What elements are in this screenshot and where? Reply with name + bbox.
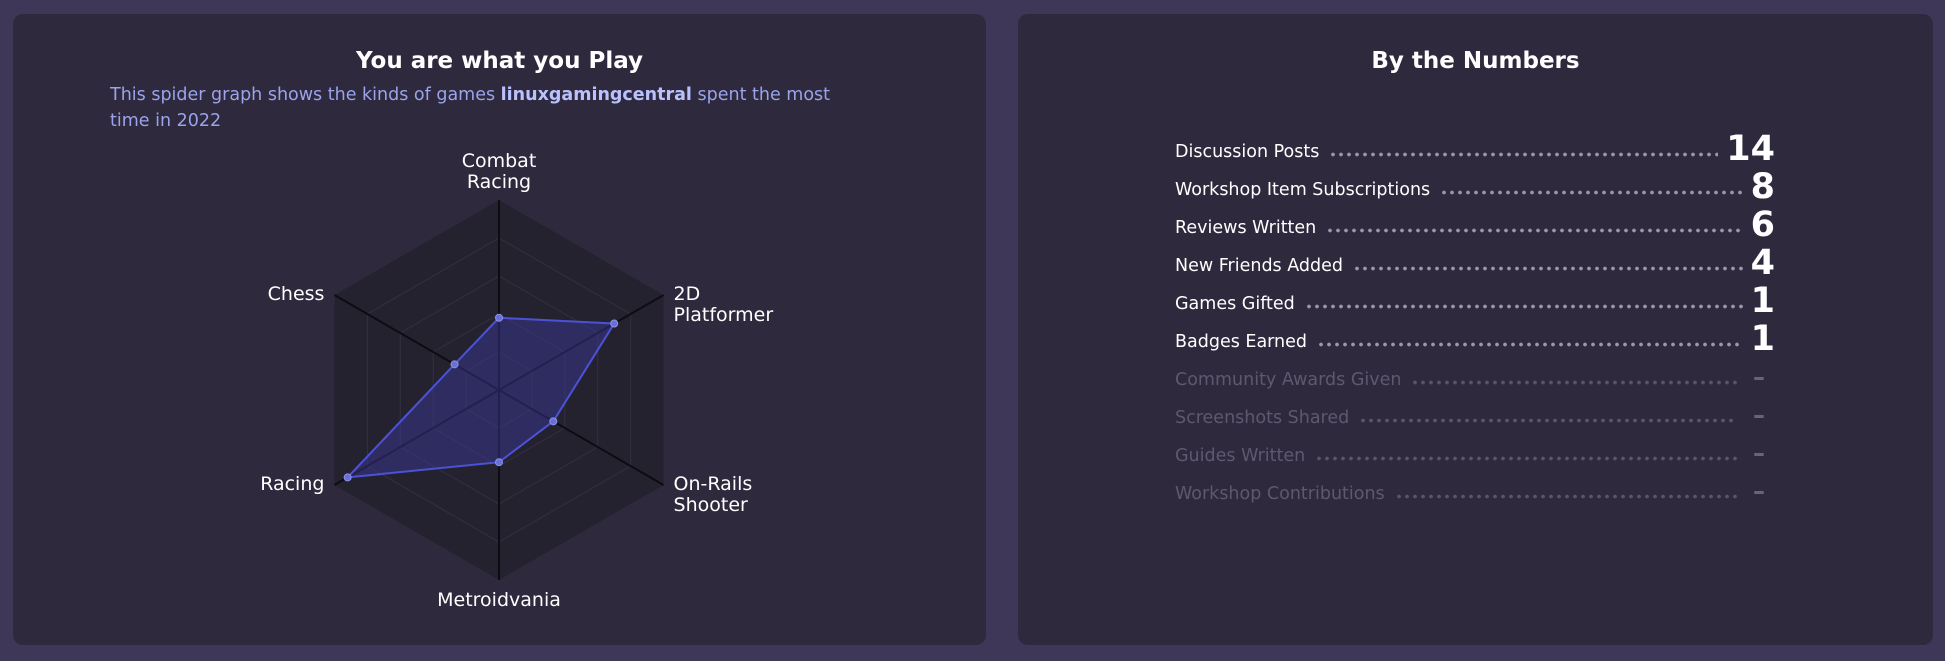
stat-row: New Friends Added 4 bbox=[1175, 244, 1775, 282]
stat-label: Discussion Posts bbox=[1175, 142, 1320, 162]
radar-axis-label: Metroidvania bbox=[437, 589, 561, 611]
by-the-numbers-panel: By the Numbers Discussion Posts 14 Worksho… bbox=[1018, 14, 1933, 645]
dot-leader bbox=[1315, 456, 1737, 461]
stat-row: Community Awards Given – bbox=[1175, 358, 1775, 396]
stat-row: Workshop Contributions – bbox=[1175, 472, 1775, 510]
stats-list: Discussion Posts 14 Workshop Item Subscrip… bbox=[1175, 130, 1775, 510]
play-style-panel: You are what you Play This spider graph … bbox=[13, 14, 986, 645]
stat-row: Discussion Posts 14 bbox=[1175, 130, 1775, 168]
dot-leader bbox=[1353, 266, 1743, 271]
stat-row: Reviews Written 6 bbox=[1175, 206, 1775, 244]
dot-leader bbox=[1304, 304, 1743, 309]
radar-axis-label-line: Metroidvania bbox=[437, 589, 561, 611]
dot-leader bbox=[1329, 152, 1719, 157]
radar-axis-label: Combat Racing bbox=[462, 150, 537, 193]
stat-label: Screenshots Shared bbox=[1175, 408, 1350, 428]
stat-value: 6 bbox=[1750, 205, 1775, 245]
radar-data-point bbox=[610, 319, 619, 328]
radar-data-point bbox=[549, 417, 558, 426]
stat-row: Badges Earned 1 bbox=[1175, 320, 1775, 358]
radar-axis-label-line: Chess bbox=[268, 283, 325, 305]
radar-axis-label-line: Combat bbox=[462, 150, 537, 172]
radar-axis-label: Chess bbox=[268, 283, 325, 305]
stat-value: – bbox=[1753, 363, 1765, 391]
radar-axis-label-line: Racing bbox=[260, 473, 324, 495]
stat-row: Workshop Item Subscriptions 8 bbox=[1175, 168, 1775, 206]
stat-label: Workshop Item Subscriptions bbox=[1175, 180, 1431, 200]
radar-axis-label-line: Platformer bbox=[674, 304, 774, 326]
radar-data-point bbox=[495, 313, 503, 322]
stat-label: Workshop Contributions bbox=[1175, 484, 1385, 504]
stat-value: 4 bbox=[1750, 243, 1775, 283]
dot-leader bbox=[1317, 342, 1743, 347]
stat-row: Games Gifted 1 bbox=[1175, 282, 1775, 320]
dot-leader bbox=[1411, 380, 1737, 385]
radar-axis-label-line: 2D bbox=[674, 283, 701, 305]
stat-value: 14 bbox=[1726, 129, 1775, 169]
stat-label: New Friends Added bbox=[1175, 256, 1343, 276]
by-the-numbers-title: By the Numbers bbox=[1371, 48, 1580, 74]
radar-axis-label-line: Racing bbox=[467, 171, 531, 193]
stat-label: Games Gifted bbox=[1175, 294, 1295, 314]
radar-axis-label: On-Rails Shooter bbox=[674, 473, 753, 516]
radar-data-point bbox=[495, 458, 503, 467]
stat-value: – bbox=[1753, 439, 1765, 467]
stat-label: Badges Earned bbox=[1175, 332, 1308, 352]
radar-axis-label: Racing bbox=[260, 473, 324, 495]
stat-value: – bbox=[1753, 477, 1765, 505]
dot-leader bbox=[1394, 494, 1737, 499]
radar-data-point bbox=[343, 473, 352, 482]
radar-axis-label-line: On-Rails bbox=[674, 473, 753, 495]
dot-leader bbox=[1440, 190, 1743, 195]
spider-graph: Combat Racing2D PlatformerOn-Rails ShooterM… bbox=[260, 150, 774, 611]
stat-value: 1 bbox=[1750, 319, 1775, 359]
stat-value: 1 bbox=[1750, 281, 1775, 321]
stat-label: Guides Written bbox=[1175, 446, 1306, 466]
stat-row: Guides Written – bbox=[1175, 434, 1775, 472]
dot-leader bbox=[1359, 418, 1737, 423]
radar-data-point bbox=[450, 360, 459, 369]
stat-value: – bbox=[1753, 401, 1765, 429]
stat-row: Screenshots Shared – bbox=[1175, 396, 1775, 434]
dot-leader bbox=[1326, 228, 1743, 233]
radar-axis-label: 2D Platformer bbox=[674, 283, 774, 326]
stat-value: 8 bbox=[1750, 167, 1775, 207]
stat-label: Reviews Written bbox=[1175, 218, 1317, 238]
stat-label: Community Awards Given bbox=[1175, 370, 1402, 390]
radar-axis-label-line: Shooter bbox=[674, 494, 748, 516]
